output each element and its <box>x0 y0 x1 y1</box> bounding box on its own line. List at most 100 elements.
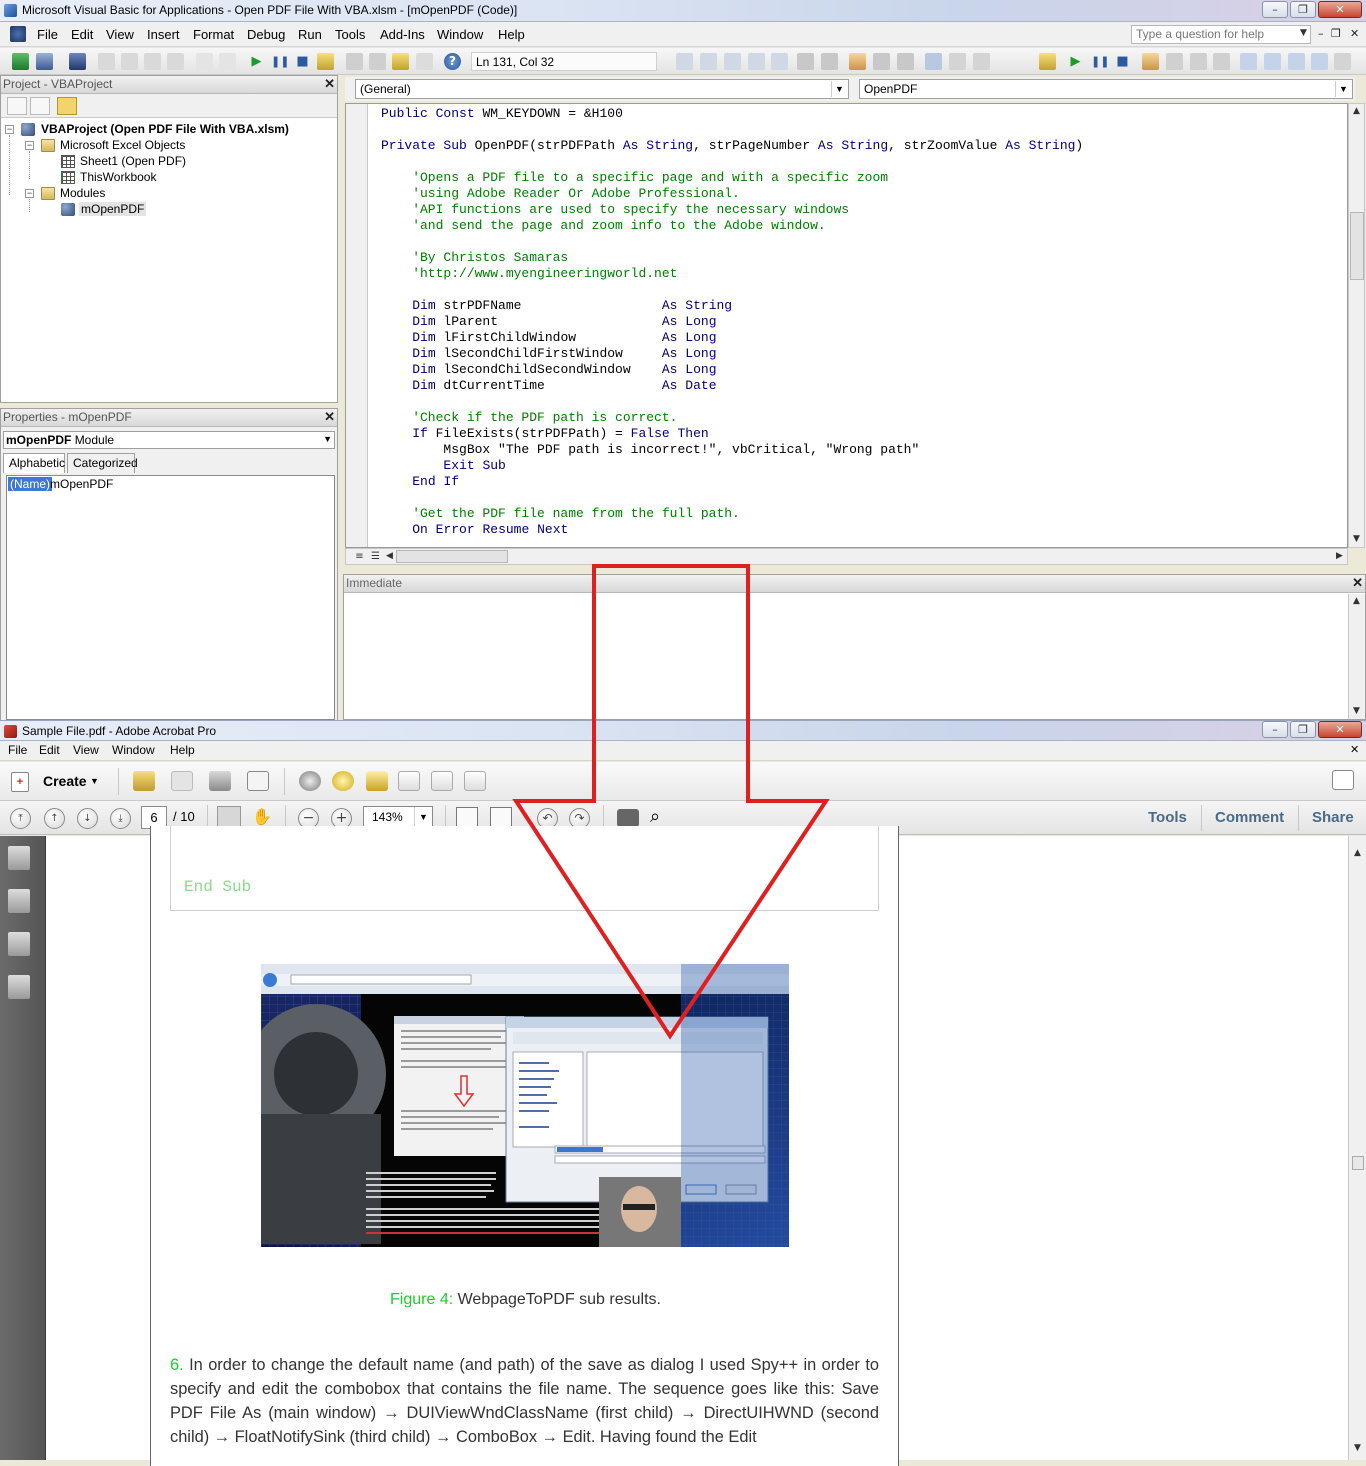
settings-icon[interactable] <box>299 771 321 791</box>
expand-icon[interactable] <box>1332 770 1354 790</box>
design-mode-2-icon[interactable] <box>1039 53 1056 70</box>
code-line[interactable]: 'Opens a PDF file to a specific page and… <box>381 170 1083 186</box>
code-line[interactable]: Exit Sub <box>381 458 1083 474</box>
tab-categorized[interactable]: Categorized <box>67 453 138 473</box>
immediate-window[interactable]: Immediate ✕ ▲ ▼ <box>343 574 1366 720</box>
properties-object-select[interactable]: mOpenPDF Module ▼ <box>3 431 335 449</box>
highlight-icon[interactable] <box>366 771 388 791</box>
menu-view[interactable]: View <box>106 27 134 42</box>
code-line[interactable] <box>381 234 1083 250</box>
bookmarks-icon[interactable] <box>8 889 30 913</box>
email-icon[interactable] <box>247 771 269 791</box>
code-line[interactable]: 'API functions are used to specify the n… <box>381 202 1083 218</box>
step-out-icon[interactable] <box>1190 53 1207 70</box>
quick-info-icon[interactable] <box>724 53 741 70</box>
code-line[interactable]: Public Const WM_KEYDOWN = &H100 <box>381 106 1083 122</box>
scroll-thumb[interactable] <box>1350 212 1364 280</box>
help-search-input[interactable]: Type a question for help <box>1131 25 1311 44</box>
view-code-button[interactable] <box>7 97 27 115</box>
reset-icon[interactable]: ■ <box>294 53 311 70</box>
next-page-icon[interactable]: ↓ <box>77 808 98 829</box>
reset-2-icon[interactable]: ■ <box>1114 53 1131 70</box>
scroll-thumb[interactable] <box>396 550 508 563</box>
object-select[interactable]: (General) ▼ <box>355 79 849 99</box>
open-icon[interactable] <box>133 771 155 791</box>
menu-window[interactable]: Window <box>437 27 483 42</box>
minimize-button[interactable]: – <box>1262 721 1288 738</box>
tab-comment[interactable]: Comment <box>1215 809 1284 826</box>
call-stack-icon[interactable] <box>1311 53 1328 70</box>
close-icon[interactable]: ✕ <box>324 76 335 92</box>
run-icon[interactable]: ▶ <box>248 53 265 70</box>
project-explorer-icon[interactable] <box>346 53 363 70</box>
save-icon[interactable] <box>69 53 86 70</box>
undo-icon[interactable] <box>196 53 213 70</box>
restore-button[interactable]: ❐ <box>1290 721 1316 738</box>
scroll-up-icon[interactable]: ▲ <box>1349 594 1364 609</box>
property-value[interactable]: mOpenPDF <box>50 477 113 491</box>
menu-insert[interactable]: Insert <box>147 27 180 42</box>
properties-window-icon[interactable] <box>369 53 386 70</box>
previous-page-icon[interactable]: ↑ <box>44 808 65 829</box>
acro-menu-view[interactable]: View <box>73 743 99 757</box>
menu-add-ins[interactable]: Add-Ins <box>380 27 425 42</box>
toggle-breakpoint-icon[interactable] <box>849 53 866 70</box>
redo-icon[interactable] <box>219 53 236 70</box>
first-page-icon[interactable]: ⤒ <box>10 808 31 829</box>
code-margin[interactable] <box>346 104 368 547</box>
scroll-left-icon[interactable]: ◀ <box>382 549 397 564</box>
copy-icon[interactable] <box>121 53 138 70</box>
procedure-view-icon[interactable]: ≡ <box>352 549 367 564</box>
restore-button[interactable]: ❐ <box>1290 1 1316 18</box>
code-line[interactable]: 'Check if the PDF path is correct. <box>381 410 1083 426</box>
close-icon[interactable]: ✕ <box>1352 575 1363 591</box>
break-2-icon[interactable]: ❚❚ <box>1091 53 1109 70</box>
view-excel-icon[interactable] <box>12 53 29 70</box>
immediate-window-icon[interactable] <box>1240 53 1257 70</box>
search-icon[interactable]: ⌕ <box>650 806 672 828</box>
help-icon[interactable]: ? <box>444 53 461 70</box>
chevron-down-icon[interactable]: ▼ <box>414 807 432 828</box>
code-line[interactable]: End If <box>381 474 1083 490</box>
toggle-folders-button[interactable] <box>57 97 77 115</box>
mdi-minimize-button[interactable]: – <box>1318 27 1324 40</box>
mdi-close-button[interactable]: ✕ <box>1350 27 1359 40</box>
code-line[interactable]: Dim strPDFName As String <box>381 298 1083 314</box>
acro-menu-file[interactable]: File <box>8 743 27 757</box>
code-line[interactable] <box>381 490 1083 506</box>
scroll-down-icon[interactable]: ▼ <box>1349 704 1364 719</box>
menu-edit[interactable]: Edit <box>71 27 93 42</box>
code-line[interactable]: Dim lSecondChildFirstWindow As Long <box>381 346 1083 362</box>
delete-page-icon[interactable] <box>398 771 420 791</box>
code-line[interactable] <box>381 282 1083 298</box>
code-line[interactable]: 'Get the PDF file name from the full pat… <box>381 506 1083 522</box>
cut-icon[interactable] <box>98 53 115 70</box>
signatures-icon[interactable] <box>8 975 30 999</box>
scroll-right-icon[interactable]: ▶ <box>1332 549 1347 564</box>
comment-icon[interactable] <box>332 771 354 791</box>
code-vertical-scrollbar[interactable]: ▲ ▼ <box>1348 103 1365 548</box>
code-line[interactable]: Dim lParent As Long <box>381 314 1083 330</box>
code-line[interactable]: Dim lSecondChildSecondWindow As Long <box>381 362 1083 378</box>
scroll-down-icon[interactable]: ▼ <box>1349 532 1364 547</box>
code-line[interactable] <box>381 394 1083 410</box>
code-editor[interactable]: Public Const WM_KEYDOWN = &H100 Private … <box>345 103 1348 548</box>
tab-tools[interactable]: Tools <box>1148 809 1187 826</box>
design-mode-icon[interactable] <box>317 53 334 70</box>
chevron-down-icon[interactable]: ▼ <box>1335 81 1351 97</box>
menu-help[interactable]: Help <box>498 27 525 42</box>
last-page-icon[interactable]: ⤓ <box>110 808 131 829</box>
extract-page-icon[interactable] <box>431 771 453 791</box>
acro-menu-edit[interactable]: Edit <box>39 743 60 757</box>
code-horizontal-scrollbar[interactable]: ≡ ☰ ◀ ▶ <box>345 548 1348 565</box>
uncomment-block-icon[interactable] <box>897 53 914 70</box>
page-thumbnails-icon[interactable] <box>8 846 30 870</box>
export-page-icon[interactable] <box>464 771 486 791</box>
chevron-down-icon[interactable]: ▼ <box>323 434 332 444</box>
procedure-select[interactable]: OpenPDF ▼ <box>859 79 1353 99</box>
immediate-scrollbar[interactable]: ▲ ▼ <box>1348 594 1365 719</box>
code-line[interactable]: Dim lFirstChildWindow As Long <box>381 330 1083 346</box>
comment-block-icon[interactable] <box>873 53 890 70</box>
code-line[interactable] <box>381 122 1083 138</box>
find-icon[interactable] <box>167 53 184 70</box>
